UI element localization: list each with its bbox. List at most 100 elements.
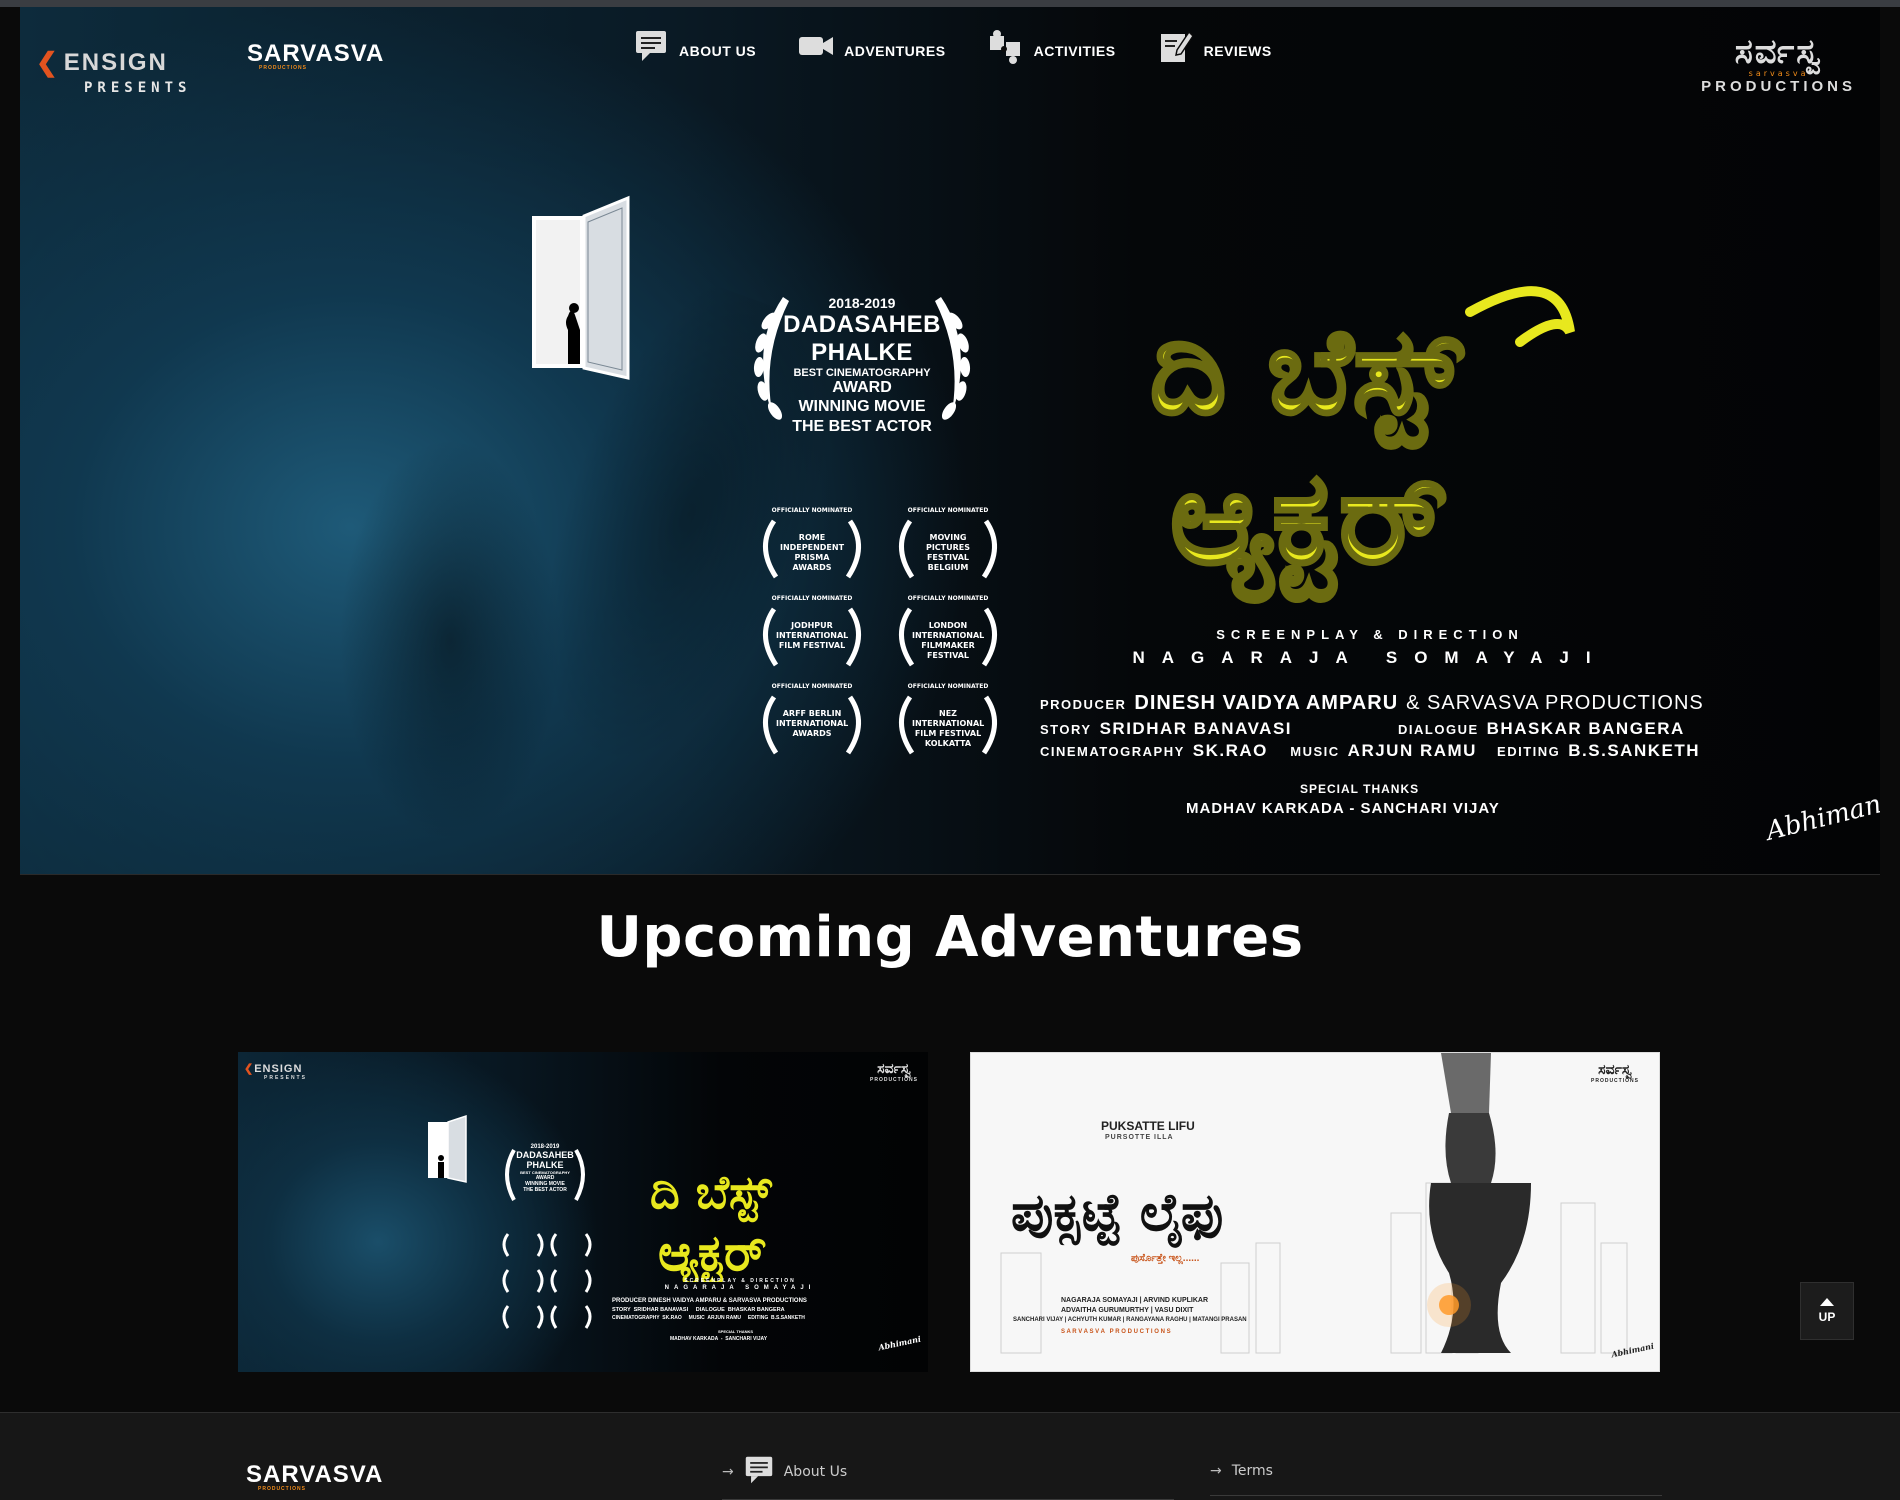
sarvasva-logo[interactable]: SARVASVA PRODUCTIONS bbox=[247, 40, 384, 71]
producer-label: PRODUCER bbox=[1040, 697, 1127, 712]
nav-adventures-label: ADVENTURES bbox=[844, 43, 946, 59]
edit-icon bbox=[1158, 29, 1194, 63]
credits-block: SCREENPLAY & DIRECTION NAGARAJA SOMAYAJI… bbox=[1040, 627, 1703, 761]
card1-sarvasva-logo: ಸರ್ವಸ್ವ PRODUCTIONS bbox=[870, 1060, 918, 1083]
dadasaheb-phalke-laurel: 2018-2019 DADASAHEB PHALKE BEST CINEMATO… bbox=[743, 277, 981, 477]
card2-tagline: ಪುರ್ಸೊತ್ತೇ ಇಲ್ಲ...... bbox=[1131, 1253, 1200, 1264]
browser-top-strip bbox=[0, 0, 1900, 7]
nav-about-us-label: ABOUT US bbox=[679, 43, 757, 59]
nav-reviews[interactable]: REVIEWS bbox=[1158, 29, 1272, 63]
card1-small-laurels bbox=[502, 1233, 592, 1329]
music-label: MUSIC bbox=[1290, 744, 1340, 759]
card2-subtitle-en: PURSOTTE ILLA bbox=[1105, 1134, 1174, 1141]
ensign-word: ENSIGN bbox=[63, 48, 168, 76]
ensign-wordmark: ❮ ENSIGN bbox=[36, 47, 191, 78]
special-thanks-names: MADHAV KARKADA - SANCHARI VIJAY bbox=[1186, 800, 1500, 817]
adventure-card-the-best-actor[interactable]: ❮ENSIGN PRESENTS ಸರ್ವಸ್ವ PRODUCTIONS 201… bbox=[238, 1052, 928, 1372]
award-line2: PHALKE bbox=[811, 339, 913, 366]
card1-sarvasva-kannada: ಸರ್ವಸ್ವ bbox=[877, 1060, 911, 1076]
nomination-laurel: OFFICIALLY NOMINATED JODHPUR INTERNATION… bbox=[746, 595, 878, 675]
nomination-name: ARFF BERLIN INTERNATIONAL AWARDS bbox=[776, 709, 849, 738]
nomination-laurels: OFFICIALLY NOMINATED ROME INDEPENDENT PR… bbox=[746, 507, 1014, 763]
nav-activities-label: ACTIVITIES bbox=[1033, 43, 1116, 59]
nav-adventures[interactable]: ADVENTURES bbox=[798, 29, 945, 63]
chat-icon bbox=[633, 29, 669, 63]
site-footer: SARVASVA PRODUCTIONS → About Us → Terms bbox=[0, 1412, 1900, 1500]
footer-link-about-us[interactable]: → About Us bbox=[722, 1455, 847, 1489]
card1-producer-line: PRODUCER DINESH VAIDYA AMPARU & SARVASVA… bbox=[612, 1298, 807, 1304]
nomination-label: OFFICIALLY NOMINATED bbox=[771, 507, 853, 514]
nomination-laurel: OFFICIALLY NOMINATED ROME INDEPENDENT PR… bbox=[746, 507, 878, 587]
nav-activities[interactable]: ACTIVITIES bbox=[988, 29, 1116, 64]
sarvasva-productions: PRODUCTIONS bbox=[1701, 78, 1856, 95]
nomination-label: OFFICIALLY NOMINATED bbox=[907, 507, 989, 514]
card1-thanks-names: MADHAV KARKADA - SANCHARI VIJAY bbox=[670, 1336, 768, 1342]
sarvasva-word: SARVASVA bbox=[247, 40, 385, 67]
award-line4: AWARD bbox=[832, 379, 892, 396]
card2-crew3: SANCHARI VIJAY | ACHYUTH KUMAR | RANGAYA… bbox=[1013, 1317, 1247, 1323]
nav-reviews-label: REVIEWS bbox=[1203, 43, 1272, 59]
dialogue-label: DIALOGUE bbox=[1398, 722, 1479, 737]
nav-about-us[interactable]: ABOUT US bbox=[633, 29, 756, 63]
card2-crew4: S A R V A S V A P R O D U C T I O N S bbox=[1061, 1329, 1171, 1335]
title-line2: ಆ್ಯಕ್ಟರ್ bbox=[1170, 444, 1448, 602]
sarvasva-kannada: ಸರ್ವಸ್ವ bbox=[1734, 32, 1823, 72]
chat-icon bbox=[744, 1455, 774, 1489]
footer-about-label: About Us bbox=[783, 1464, 848, 1480]
credits-sd-name: NAGARAJA SOMAYAJI bbox=[1132, 648, 1608, 667]
card1-cinema-line: CINEMATOGRAPHY SK.RAO MUSIC ARJUN RAMU E… bbox=[612, 1315, 805, 1321]
nomination-name: JODHPUR INTERNATIONAL FILM FESTIVAL bbox=[776, 621, 849, 650]
card1-ensign-logo: ❮ENSIGN PRESENTS bbox=[244, 1062, 307, 1081]
card2-title-kannada: ಪುಕ್ಸಟ್ಟೆ ಲೈಫು bbox=[1011, 1183, 1224, 1243]
nomination-laurel: OFFICIALLY NOMINATED LONDON INTERNATIONA… bbox=[882, 595, 1014, 675]
footer-sarvasva-word: SARVASVA bbox=[246, 1461, 384, 1488]
credits-cinema-row: CINEMATOGRAPHY SK.RAO MUSIC ARJUN RAMU E… bbox=[1040, 741, 1700, 761]
nomination-label: OFFICIALLY NOMINATED bbox=[907, 595, 989, 602]
award-line3: BEST CINEMATOGRAPHY bbox=[793, 367, 931, 379]
card1-productions: PRODUCTIONS bbox=[870, 1077, 918, 1083]
nomination-name: MOVING PICTURES FESTIVAL BELGIUM bbox=[925, 533, 971, 572]
sarvasva-productions-logo[interactable]: ಸರ್ವಸ್ವ sarvasva PRODUCTIONS bbox=[1701, 35, 1856, 95]
producer-join: & SARVASVA PRODUCTIONS bbox=[1406, 692, 1704, 714]
award-line5: WINNING MOVIE bbox=[798, 398, 926, 415]
upcoming-adventures-heading: Upcoming Adventures bbox=[596, 905, 1304, 970]
card1-ensign-chevron-icon: ❮ bbox=[244, 1063, 255, 1075]
editing-name: B.S.SANKETH bbox=[1568, 741, 1700, 760]
ensign-presents: PRESENTS bbox=[84, 80, 192, 96]
credits-story-row: STORY SRIDHAR BANAVASI DIALOGUE BHASKAR … bbox=[1040, 719, 1700, 739]
producer-name: DINESH VAIDYA AMPARU bbox=[1134, 692, 1399, 714]
editing-label: EDITING bbox=[1497, 744, 1561, 759]
credits-sd-label: SCREENPLAY & DIRECTION bbox=[1216, 627, 1524, 642]
hero-banner: ❮ ENSIGN PRESENTS SARVASVA PRODUCTIONS A… bbox=[20, 7, 1880, 875]
card1-door-illustration bbox=[428, 1114, 467, 1183]
arrow-right-icon: → bbox=[722, 1464, 734, 1480]
main-nav: ABOUT US ADVENTURES ACTIVITIES REVIEWS bbox=[633, 29, 1272, 64]
footer-sarvasva-logo[interactable]: SARVASVA PRODUCTIONS bbox=[246, 1461, 383, 1492]
credits-producer-row: PRODUCER DINESH VAIDYA AMPARU & SARVASVA… bbox=[1040, 692, 1703, 715]
card1-title-line1: ದಿ ಬೆಸ್ಟ್ bbox=[650, 1165, 773, 1222]
ensign-chevron-icon: ❮ bbox=[36, 47, 60, 77]
card2-sarvasva-logo: ಸರ್ವಸ್ವ PRODUCTIONS bbox=[1591, 1061, 1639, 1084]
nomination-laurel: OFFICIALLY NOMINATED ARFF BERLIN INTERNA… bbox=[746, 683, 878, 763]
card1-title-line2: ಆ್ಯಕ್ಟರ್ bbox=[658, 1224, 767, 1282]
ensign-logo[interactable]: ❮ ENSIGN PRESENTS bbox=[36, 47, 191, 96]
laurel-text: 2018-2019 DADASAHEB PHALKE BEST CINEMATO… bbox=[743, 295, 981, 437]
nomination-laurel: OFFICIALLY NOMINATED MOVING PICTURES FES… bbox=[882, 507, 1014, 587]
sarvasva-latin: sarvasva bbox=[1748, 69, 1809, 78]
abhimani-signature: Abhimani bbox=[1763, 787, 1880, 847]
award-line1: DADASAHEB bbox=[783, 311, 941, 338]
card1-presents: PRESENTS bbox=[264, 1075, 307, 1081]
scroll-to-top-button[interactable]: UP bbox=[1800, 1282, 1854, 1340]
movie-title-logo: ದಿ ಬೆಸ್ಟ್ ಆ್ಯಕ್ಟರ್ bbox=[1140, 272, 1590, 616]
nomination-laurel: OFFICIALLY NOMINATED NEZ INTERNATIONAL F… bbox=[882, 683, 1014, 763]
card1-sd-name: NAGARAJA SOMAYAJI bbox=[664, 1285, 816, 1291]
card1-thanks-label: SPECIAL THANKS bbox=[718, 1329, 754, 1334]
footer-link-terms[interactable]: → Terms bbox=[1210, 1463, 1273, 1479]
card1-signature: Abhimani bbox=[877, 1333, 922, 1353]
nomination-label: OFFICIALLY NOMINATED bbox=[907, 683, 989, 690]
nomination-name: NEZ INTERNATIONAL FILM FESTIVAL KOLKATTA bbox=[912, 709, 985, 748]
adventure-card-puksatte-lifu[interactable]: ಸರ್ವಸ್ವ PRODUCTIONS PUKSATTE LIFU PURSOT… bbox=[970, 1052, 1660, 1372]
card1-laurel-icon bbox=[505, 1148, 585, 1201]
nomination-name: ROME INDEPENDENT PRISMA AWARDS bbox=[779, 533, 845, 572]
award-line6: THE BEST ACTOR bbox=[792, 418, 932, 435]
